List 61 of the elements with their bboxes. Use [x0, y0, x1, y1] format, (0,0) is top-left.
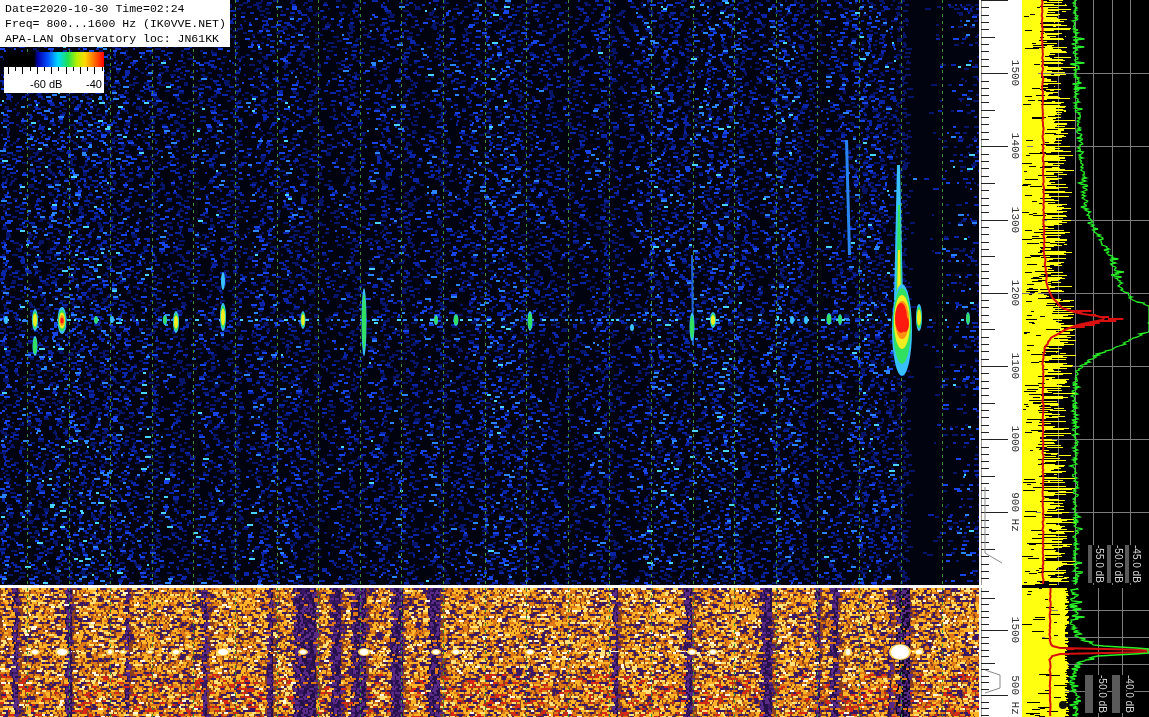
meteor-echo: [300, 311, 306, 329]
level-label: -40.0 dB: [1112, 675, 1134, 713]
meteor-echo: [57, 307, 67, 334]
frequency-label: 1500: [1009, 60, 1020, 87]
meteor-echo: [173, 311, 179, 333]
meteor-echo: [804, 316, 808, 324]
meteor-echo: [146, 650, 154, 654]
meteor-echo: [708, 649, 718, 655]
meteor-echo: [216, 648, 230, 656]
meteor-echo: [710, 312, 716, 328]
meteor-echo: [453, 314, 459, 326]
meteor-echo: [689, 313, 695, 341]
level-label: -50.0 dB: [1106, 545, 1123, 583]
meteor-echo: [4, 316, 8, 324]
meteor-echo: [916, 304, 922, 331]
level-label: -55.0 dB: [1088, 545, 1104, 583]
frequency-label: 900 Hz: [1009, 492, 1020, 533]
meteor-echo: [966, 312, 970, 325]
meteor-echo: [119, 650, 127, 654]
frequency-label: 1200: [1009, 279, 1020, 306]
level-label: -45.0 dB: [1125, 545, 1141, 583]
meteor-echo: [838, 314, 842, 325]
meteor-echo: [110, 316, 114, 323]
meteor-echo: [32, 336, 38, 356]
meteor-echo: [358, 648, 370, 656]
meteor-echo: [298, 649, 308, 655]
info-text: Date=2020-10-30 Time=02:24: [5, 1, 186, 16]
bracket-icon: [984, 669, 1001, 694]
meteor-echo: [889, 644, 911, 660]
meteor-echo: [94, 316, 98, 324]
meteor-echo: [527, 311, 533, 331]
frequency-label: 500 Hz: [1009, 675, 1020, 715]
meteor-echo: [525, 649, 535, 655]
meteor-echo: [32, 309, 38, 331]
bracket-icon: [984, 486, 1003, 564]
meteor-echo: [220, 303, 226, 331]
frequency-label: 1300: [1009, 206, 1020, 233]
info-text: APA-LAN Observatory loc: JN61KK: [5, 31, 220, 46]
meteor-echo: [171, 649, 181, 655]
meteor-echo: [163, 315, 167, 325]
frequency-label: 1100: [1009, 352, 1020, 380]
meteor-echo: [434, 315, 438, 325]
marker-dot-icon: [1059, 701, 1067, 709]
meteor-echo: [844, 648, 852, 656]
frequency-label: 1500: [1009, 616, 1020, 644]
frequency-label: 1000: [1009, 426, 1020, 453]
frequency-label: 1400: [1009, 133, 1020, 160]
meteor-echo: [361, 288, 367, 356]
meteor-echo: [826, 313, 832, 325]
scale-label: -60 dB: [30, 78, 63, 91]
meteor-echo: [914, 649, 924, 655]
meteor-echo: [30, 649, 40, 655]
meteor-echo: [55, 648, 69, 656]
meteor-echo: [687, 649, 697, 655]
info-text: Freq= 800...1600 Hz (IK0VVE.NET): [5, 16, 226, 31]
meteor-echo: [630, 324, 634, 331]
scale-label: -40: [86, 78, 102, 91]
level-label: -50.0 dB: [1085, 675, 1107, 713]
meteor-echo: [790, 316, 794, 324]
meteor-echo: [106, 649, 114, 655]
meteor-echo: [221, 272, 225, 290]
